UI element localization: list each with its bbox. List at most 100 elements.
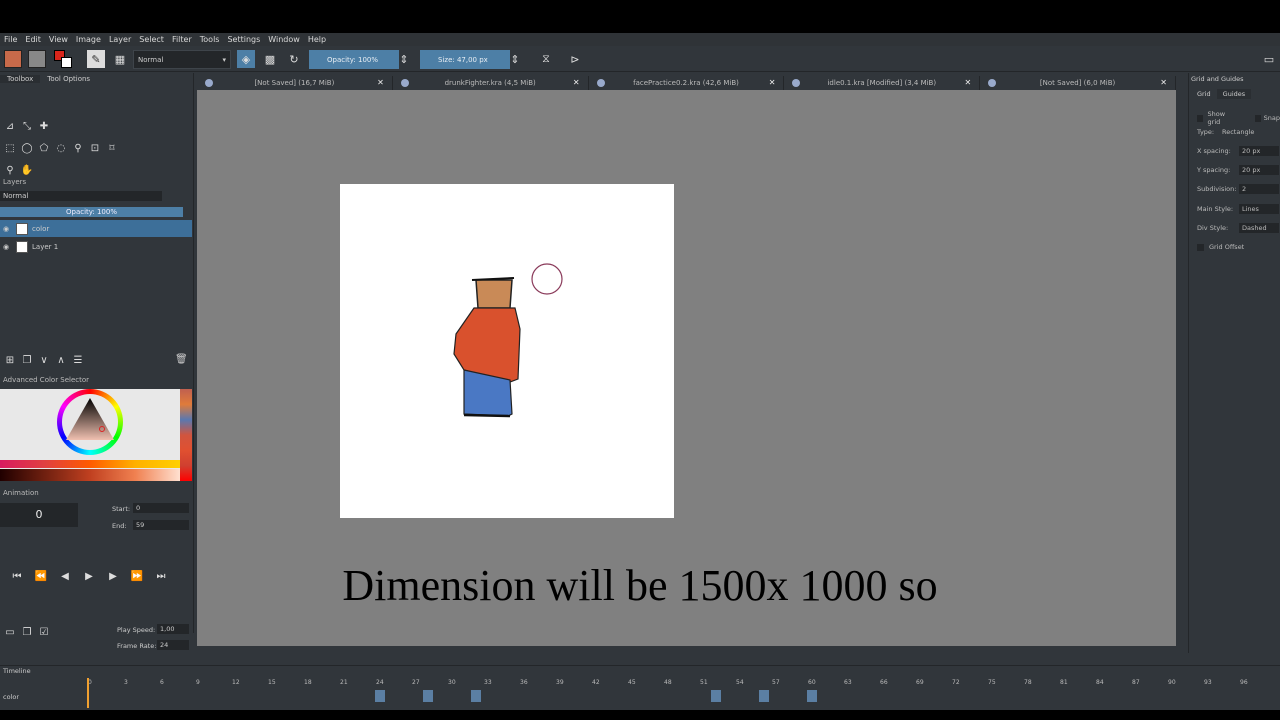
x-spacing-field[interactable]: 20 px	[1239, 146, 1279, 156]
close-icon[interactable]: ✕	[964, 78, 971, 87]
color-selector-header: Advanced Color Selector	[3, 376, 90, 384]
keyframe[interactable]	[375, 690, 385, 702]
size-slider[interactable]: Size: 47,00 px	[420, 50, 510, 69]
mirror-vertical-icon[interactable]: ⊳	[566, 50, 584, 68]
menu-select[interactable]: Select	[139, 35, 164, 44]
current-frame-field[interactable]: 0	[0, 503, 78, 527]
layer-blend-select[interactable]: Normal	[0, 191, 162, 201]
grid-offset-checkbox[interactable]: Grid Offset	[1197, 243, 1244, 251]
color-history-bar[interactable]	[180, 389, 192, 481]
subdivision-field[interactable]: 2	[1239, 184, 1279, 194]
eraser-icon[interactable]: ◈	[237, 50, 255, 68]
eye-icon[interactable]: ◉	[3, 243, 13, 251]
menu-window[interactable]: Window	[268, 35, 300, 44]
window-icon[interactable]: ▭	[1260, 50, 1278, 68]
keyframe[interactable]	[423, 690, 433, 702]
tab-guides[interactable]: Guides	[1216, 89, 1252, 99]
end-field[interactable]: 59	[133, 520, 189, 530]
menu-view[interactable]: View	[49, 35, 68, 44]
brush-presets-icon[interactable]: ▦	[111, 50, 129, 68]
preserve-alpha-icon[interactable]: ▩	[261, 50, 279, 68]
play-speed-field[interactable]: 1,00	[157, 624, 189, 634]
tab-toolbox[interactable]: Toolbox	[0, 75, 41, 83]
document-tab[interactable]: [Not Saved] (6,0 MiB) ✕	[980, 76, 1176, 90]
document-tab[interactable]: [Not Saved] (16,7 MiB) ✕	[197, 76, 393, 90]
close-icon[interactable]: ✕	[1160, 78, 1167, 87]
measure-icon[interactable]: ⊿	[3, 119, 17, 133]
start-field[interactable]: 0	[133, 503, 189, 513]
shade-bar[interactable]	[0, 469, 180, 481]
menu-layer[interactable]: Layer	[109, 35, 131, 44]
start-label: Start:	[112, 505, 131, 513]
timeline-tick: 84	[1096, 679, 1104, 686]
rect-select-icon[interactable]: ⬚	[3, 141, 17, 155]
add-layer-icon[interactable]: ⊞	[3, 353, 17, 367]
assistant-icon[interactable]: ⤡	[20, 119, 34, 133]
layer-row-color[interactable]: ◉ color	[0, 220, 192, 237]
toolbox-row-2: ⬚ ◯ ⬠ ◌ ⚲ ⊡ ⌑	[3, 141, 119, 155]
eye-icon[interactable]: ◉	[3, 225, 13, 233]
blend-mode-select[interactable]: Normal ▾	[133, 50, 231, 69]
close-icon[interactable]: ✕	[769, 78, 776, 87]
keyframe[interactable]	[471, 690, 481, 702]
move-up-icon[interactable]: ∧	[54, 353, 68, 367]
layer-properties-icon[interactable]: ☰	[71, 353, 85, 367]
sv-triangle[interactable]	[64, 396, 116, 448]
document-tab[interactable]: idle0.1.kra [Modified] (3,4 MiB) ✕	[784, 76, 981, 90]
magic-wand-icon[interactable]: ⚲	[71, 141, 85, 155]
show-grid-checkbox[interactable]: Show grid Snap	[1197, 110, 1280, 126]
similar-select-icon[interactable]: ⊡	[88, 141, 102, 155]
menu-settings[interactable]: Settings	[227, 35, 260, 44]
menu-filter[interactable]: Filter	[172, 35, 192, 44]
freehand-select-icon[interactable]: ◌	[54, 141, 68, 155]
frame-rate-field[interactable]: 24	[157, 640, 189, 650]
keyframe[interactable]	[807, 690, 817, 702]
div-style-select[interactable]: Dashed	[1239, 223, 1279, 233]
y-spacing-field[interactable]: 20 px	[1239, 165, 1279, 175]
close-icon[interactable]: ✕	[377, 78, 384, 87]
opacity-stepper[interactable]: ⇕	[399, 50, 409, 68]
reload-preset-icon[interactable]: ↻	[285, 50, 303, 68]
zoom-icon[interactable]: ⚲	[3, 163, 17, 177]
duplicate-layer-icon[interactable]: ❐	[20, 353, 34, 367]
close-icon[interactable]: ✕	[573, 78, 580, 87]
layer-opacity-slider[interactable]: Opacity: 100%	[0, 207, 183, 217]
type-value[interactable]: Rectangle	[1219, 127, 1279, 137]
ellipse-select-icon[interactable]: ◯	[20, 141, 34, 155]
document-canvas[interactable]	[340, 184, 674, 518]
color-selector[interactable]	[0, 389, 192, 481]
size-stepper[interactable]: ⇕	[510, 50, 520, 68]
mirror-horizontal-icon[interactable]: ⧖	[537, 50, 555, 68]
layer-row-layer1[interactable]: ◉ Layer 1	[0, 238, 192, 255]
menu-help[interactable]: Help	[308, 35, 326, 44]
hue-bar[interactable]	[0, 460, 180, 468]
tab-tool-options[interactable]: Tool Options	[40, 75, 97, 83]
keyframe[interactable]	[711, 690, 721, 702]
pan-icon[interactable]: ✋	[20, 163, 34, 177]
fg-bg-color-icon[interactable]	[54, 50, 74, 69]
reference-icon[interactable]: ✚	[37, 119, 51, 133]
menu-image[interactable]: Image	[76, 35, 101, 44]
onion-skin-icon[interactable]: ▭	[3, 625, 17, 639]
gradient-button[interactable]	[28, 50, 46, 68]
drop-frames-icon[interactable]: ❐	[20, 625, 34, 639]
document-tab[interactable]: facePractice0.2.kra (42,6 MiB) ✕	[589, 76, 785, 90]
menu-file[interactable]: File	[4, 35, 17, 44]
brush-editor-icon[interactable]: ✎	[87, 50, 105, 68]
delete-layer-icon[interactable]: 🗑	[175, 354, 188, 365]
audio-icon[interactable]: ☑	[37, 625, 51, 639]
blend-mode-value: Normal	[138, 55, 164, 64]
keyframe[interactable]	[759, 690, 769, 702]
brush-preset-button[interactable]	[4, 50, 22, 68]
menu-tools[interactable]: Tools	[200, 35, 220, 44]
main-style-select[interactable]: Lines	[1239, 204, 1279, 214]
polygon-select-icon[interactable]: ⬠	[37, 141, 51, 155]
left-dock: Toolbox Tool Options ⊿ ⤡ ✚ ⬚ ◯ ⬠ ◌ ⚲ ⊡ ⌑…	[0, 73, 194, 650]
tab-grid[interactable]: Grid	[1191, 89, 1217, 99]
move-down-icon[interactable]: ∨	[37, 353, 51, 367]
bezier-select-icon[interactable]: ⌑	[105, 141, 119, 155]
opacity-slider[interactable]: Opacity: 100%	[309, 50, 399, 69]
document-tab[interactable]: drunkFighter.kra (4,5 MiB) ✕	[393, 76, 589, 90]
menu-edit[interactable]: Edit	[25, 35, 41, 44]
playhead[interactable]	[87, 678, 89, 708]
